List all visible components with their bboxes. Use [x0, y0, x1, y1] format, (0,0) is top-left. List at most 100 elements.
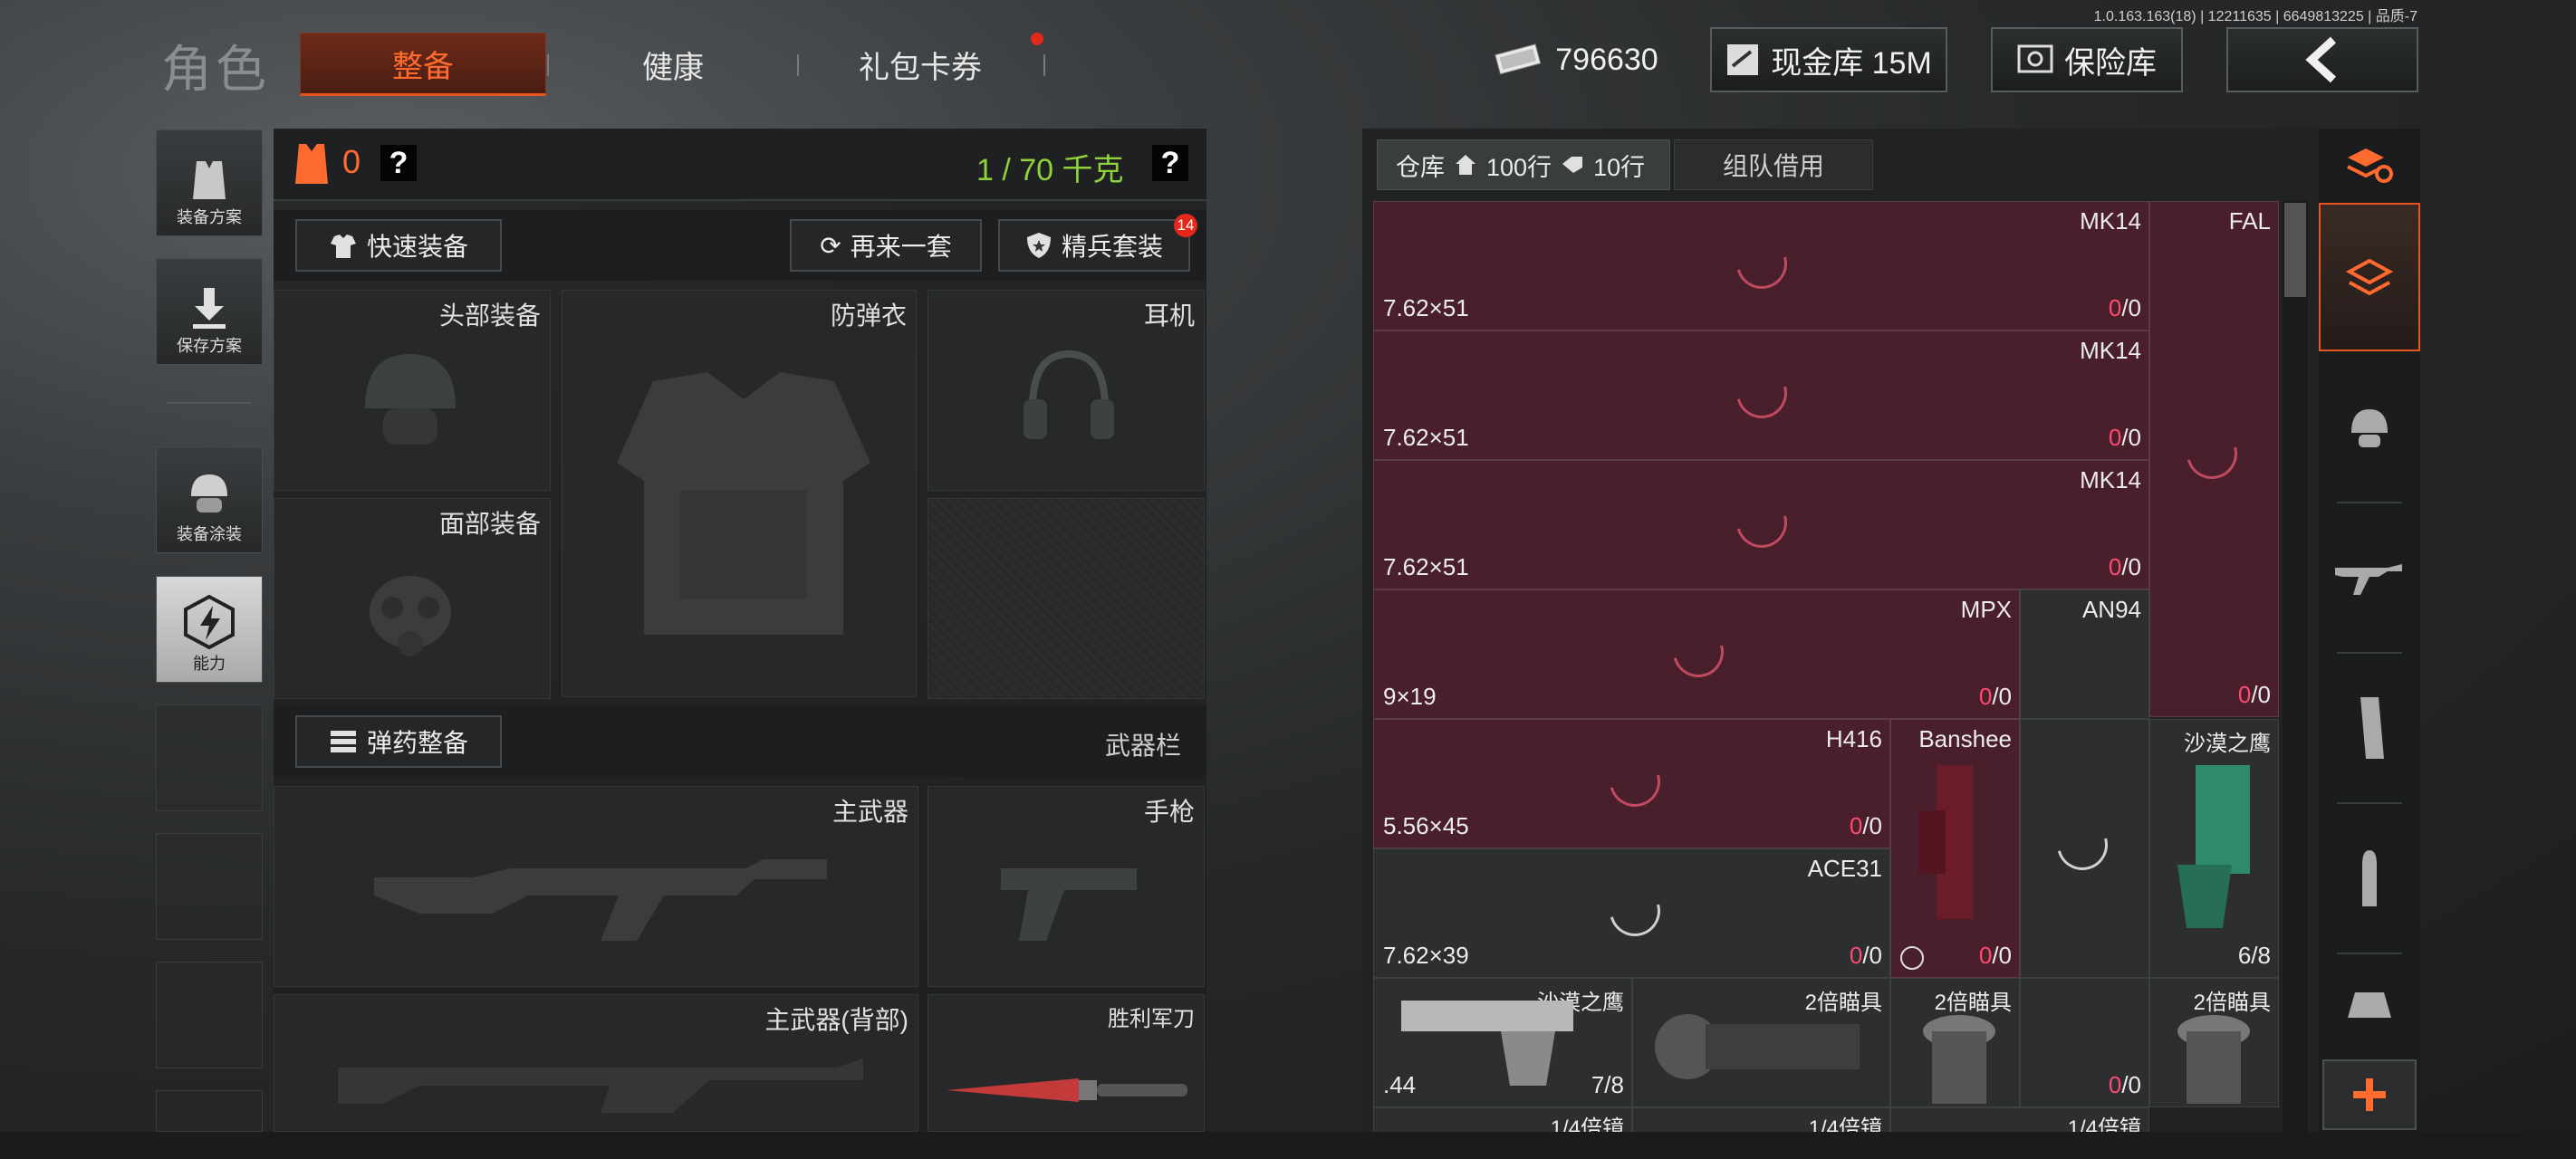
- inventory-item[interactable]: 2倍瞄具: [1632, 978, 1890, 1107]
- item-ammo: 0/0: [2108, 294, 2141, 321]
- helmet-icon: [2351, 409, 2388, 447]
- cash-vault-button[interactable]: 现金库 15M: [1710, 27, 1947, 92]
- primary-weapon-label: 主武器: [831, 798, 908, 826]
- inventory-item[interactable]: H416 5.56×45 0/0: [1373, 719, 1890, 848]
- filter-attachment-button[interactable]: [2319, 954, 2420, 1054]
- warehouse-rows: 100行: [1486, 153, 1552, 181]
- elite-set-label: 精兵套装: [1061, 233, 1163, 261]
- warehouse-tab[interactable]: 仓库 100行 10行: [1377, 139, 1670, 190]
- download-icon: [193, 288, 226, 329]
- ability-icon: [184, 594, 235, 650]
- inventory-item[interactable]: [2020, 719, 2149, 978]
- armor-count: 0: [342, 143, 361, 180]
- filter-rifle-button[interactable]: [2319, 503, 2420, 652]
- head-slot[interactable]: 头部装备: [274, 290, 551, 491]
- stack-refresh-icon: [2347, 148, 2393, 183]
- pistol-slot[interactable]: 手枪: [928, 786, 1205, 987]
- vault-icon: [1727, 44, 1759, 75]
- safe-vault-button[interactable]: 保险库: [1991, 27, 2183, 92]
- menu-label: 保存方案: [177, 337, 242, 355]
- inventory-item[interactable]: 1/4倍镜: [1890, 1107, 2149, 1132]
- back-button[interactable]: [2226, 27, 2418, 92]
- loadout-plan-button[interactable]: 装备方案: [156, 129, 263, 236]
- inventory-item[interactable]: 2倍瞄具: [2149, 978, 2279, 1107]
- again-set-button[interactable]: ⟳ 再来一套: [790, 219, 982, 272]
- vest-slot[interactable]: 防弹衣: [562, 290, 917, 697]
- tab-health[interactable]: 健康: [550, 33, 796, 96]
- item-caliber: 7.62×39: [1383, 942, 1469, 969]
- ability-button[interactable]: 能力: [156, 576, 263, 683]
- inventory-item[interactable]: 沙漠之鹰 .44 7/8: [1373, 978, 1632, 1107]
- item-ammo: 0/0: [2108, 424, 2141, 451]
- plus-icon: [2353, 1078, 2386, 1111]
- cash-icon: [1495, 43, 1542, 75]
- filter-helmet-button[interactable]: [2319, 353, 2420, 502]
- help-icon[interactable]: ?: [380, 145, 417, 181]
- inventory-item[interactable]: AN94: [2020, 589, 2149, 719]
- inventory-item[interactable]: MPX 9×19 0/0: [1373, 589, 2020, 719]
- scrollbar-thumb[interactable]: [2284, 203, 2306, 297]
- inventory-item[interactable]: 1/4倍镜: [1632, 1107, 1890, 1132]
- inventory-item[interactable]: 沙漠之鹰 6/8: [2149, 719, 2279, 978]
- warehouse-tab-label: 仓库: [1396, 153, 1445, 181]
- item-name: ACE31: [1807, 855, 1882, 882]
- item-name: H416: [1825, 725, 1882, 752]
- inventory-item[interactable]: MK14 7.62×51 0/0: [1373, 330, 2149, 460]
- scrollbar[interactable]: [2283, 201, 2308, 1132]
- filter-magazine-button[interactable]: [2319, 654, 2420, 802]
- safe-icon: [2017, 44, 2053, 73]
- shield-icon: [1026, 233, 1051, 258]
- vest-slot-label: 防弹衣: [830, 302, 907, 330]
- inventory-item[interactable]: 0/0: [2020, 978, 2149, 1107]
- knife-slot[interactable]: 胜利军刀: [928, 994, 1205, 1132]
- loading-spinner-icon: [2047, 809, 2118, 880]
- item-name: AN94: [2081, 596, 2141, 623]
- empty-slot: [156, 833, 263, 940]
- ammo-equip-button[interactable]: 弹药整备: [295, 715, 502, 768]
- item-ammo: 0/0: [1849, 942, 1882, 969]
- tab-divider: [547, 54, 549, 76]
- equip-skin-button[interactable]: 装备涂装: [156, 446, 263, 553]
- face-slot[interactable]: 面部装备: [274, 498, 551, 699]
- inventory-item[interactable]: FAL 0/0: [2149, 201, 2279, 717]
- inventory-item[interactable]: MK14 7.62×51 0/0: [1373, 460, 2149, 589]
- page-title: 角色: [161, 41, 270, 98]
- team-borrow-tab[interactable]: 组队借用: [1674, 139, 1873, 190]
- item-ammo: 0/0: [2108, 553, 2141, 580]
- sort-button[interactable]: [2319, 129, 2420, 201]
- empty-slot: [156, 962, 263, 1068]
- tab-equip[interactable]: 整备: [300, 33, 546, 96]
- item-name: 1/4倍镜: [1550, 1116, 1624, 1132]
- rifle-icon: [2335, 564, 2402, 595]
- bind-icon: [1900, 946, 1924, 970]
- add-button[interactable]: [2322, 1059, 2417, 1130]
- primary-back-slot[interactable]: 主武器(背部): [274, 994, 918, 1132]
- primary-weapon-slot[interactable]: 主武器: [274, 786, 918, 987]
- menu-label: 装备方案: [177, 208, 242, 226]
- item-name: Banshee: [1918, 725, 2012, 752]
- inventory-item[interactable]: 2倍瞄具: [1890, 978, 2020, 1107]
- headset-icon: [1024, 350, 1114, 439]
- head-slot-label: 头部装备: [438, 302, 541, 330]
- magazine-icon: [2360, 697, 2384, 759]
- rifle-back-icon: [338, 1058, 863, 1113]
- weight-help-icon[interactable]: ?: [1152, 145, 1188, 181]
- inventory-item[interactable]: MK14 7.62×51 0/0: [1373, 201, 2149, 330]
- inventory-item[interactable]: 1/4倍镜: [1373, 1107, 1632, 1132]
- body-armor-icon: [617, 372, 870, 635]
- inventory-item[interactable]: Banshee 0/0: [1890, 719, 2020, 978]
- ear-slot[interactable]: 耳机: [928, 290, 1205, 491]
- helmet-icon: [365, 354, 456, 445]
- item-ammo: 0/0: [1978, 683, 2012, 710]
- save-plan-button[interactable]: 保存方案: [156, 258, 263, 365]
- tab-gift-cards[interactable]: 礼包卡券: [797, 33, 1043, 96]
- ammo-icon: [330, 731, 356, 752]
- quick-equip-button[interactable]: 快速装备: [295, 219, 502, 272]
- filter-ammo-button[interactable]: [2319, 804, 2420, 953]
- filter-all-button[interactable]: [2319, 203, 2420, 351]
- item-name: 沙漠之鹰: [2184, 732, 2271, 756]
- elite-set-button[interactable]: 精兵套装: [998, 219, 1190, 272]
- item-caliber: 7.62×51: [1383, 294, 1469, 321]
- item-caliber: .44: [1383, 1071, 1417, 1098]
- inventory-item[interactable]: ACE31 7.62×39 0/0: [1373, 848, 1890, 978]
